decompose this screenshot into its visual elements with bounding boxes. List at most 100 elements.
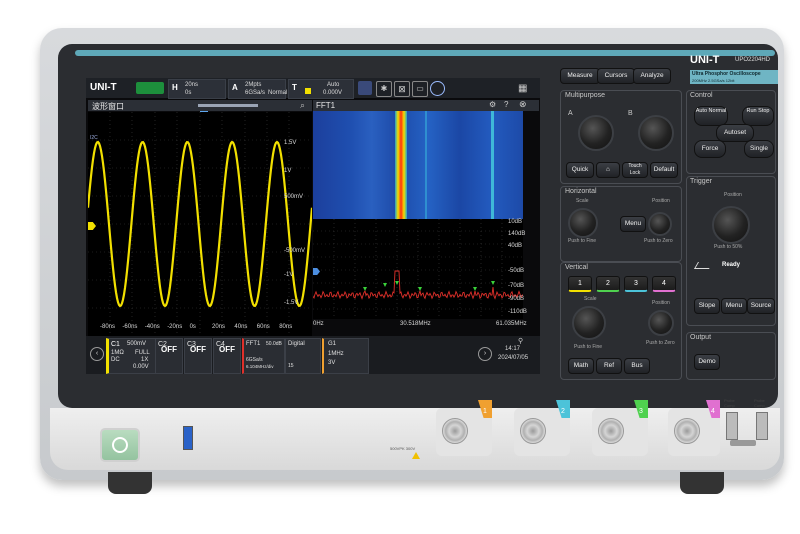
circle-menu-icon[interactable] xyxy=(430,81,445,96)
close-window-icon[interactable]: ⊗ xyxy=(519,99,527,110)
spectrogram-side-band xyxy=(425,111,427,219)
vertical-position-knob[interactable] xyxy=(648,310,674,336)
layout-grid-icon[interactable]: ▦ xyxy=(518,82,534,96)
power-button[interactable] xyxy=(100,428,140,462)
ch2-info-box[interactable]: C2 OFF xyxy=(155,338,183,374)
waveform-y-label: 500mV xyxy=(284,194,304,200)
math-button[interactable]: Math xyxy=(568,358,594,374)
horizontal-box[interactable]: H 20ns 0s xyxy=(168,79,226,99)
multipurpose-a-knob[interactable] xyxy=(578,115,614,151)
waveform-window-title: 波形窗口 xyxy=(92,102,124,111)
ch4-info-box[interactable]: C4 OFF xyxy=(213,338,241,374)
digital-info-box[interactable]: Digital 15 xyxy=(285,338,321,374)
scroll-left-icon[interactable]: ‹ xyxy=(90,347,104,361)
trigger-label: Trigger xyxy=(690,178,712,185)
fft-window-header: FFT1 ⚙ ? ⊗ xyxy=(313,99,539,111)
home-icon[interactable]: ⌂ xyxy=(596,162,620,178)
fft-rate: 6GSa/s xyxy=(246,357,263,363)
series-name: Ultra Phosphor Oscilloscope xyxy=(692,71,761,77)
fft-db-label: -50dB xyxy=(508,268,525,274)
ch2-button[interactable]: 2 xyxy=(596,276,620,292)
trigger-level-knob[interactable] xyxy=(712,206,750,244)
probe-comp-terminal-2[interactable] xyxy=(756,412,768,440)
waveform-y-label: -500mV xyxy=(284,248,306,254)
autoset-button[interactable]: Autoset xyxy=(716,124,754,142)
measure-button[interactable]: Measure xyxy=(560,68,600,84)
quick-button[interactable]: Quick xyxy=(566,162,594,178)
ref-button[interactable]: Ref xyxy=(596,358,622,374)
fft-scale: 50.0dB xyxy=(266,341,282,347)
t-mode: Auto xyxy=(327,82,340,88)
help-icon[interactable]: ? xyxy=(504,100,508,109)
input-1-number: 1 xyxy=(483,408,487,415)
run-status-badge[interactable] xyxy=(136,82,164,94)
pattern-icon[interactable]: ⊠ xyxy=(394,81,410,97)
cursors-button[interactable]: Cursors xyxy=(597,68,635,84)
probe-comp-terminal-1[interactable] xyxy=(726,412,738,440)
series-strip: Ultra Phosphor Oscilloscope 200MHz 2.5GS… xyxy=(690,70,778,84)
trigger-ready-label: Ready xyxy=(722,262,741,268)
bus-button[interactable]: Bus xyxy=(624,358,650,374)
slope-button[interactable]: Slope xyxy=(694,298,720,314)
usb-port[interactable] xyxy=(183,426,193,450)
ch3-name: C3 xyxy=(187,341,196,348)
trigger-menu-button[interactable]: Menu xyxy=(721,298,747,314)
ch2-bnc-connector[interactable] xyxy=(520,418,546,444)
single-button[interactable]: Single xyxy=(744,140,774,158)
settings-gear-icon[interactable]: ⚙ xyxy=(489,100,496,109)
scroll-right-icon[interactable]: › xyxy=(478,347,492,361)
ch3-info-box[interactable]: C3 OFF xyxy=(184,338,212,374)
knob-a-label: A xyxy=(568,110,573,117)
spectrogram-harmonic-band xyxy=(491,111,494,219)
trigger-box[interactable]: T Auto 0.000V xyxy=(288,79,354,99)
vertical-scale-knob[interactable] xyxy=(572,306,606,340)
horizontal-scale-knob[interactable] xyxy=(568,208,598,238)
fft-db-label: 40dB xyxy=(508,243,523,249)
ch1-button[interactable]: 1 xyxy=(568,276,592,292)
zoom-search-icon[interactable]: ⌕ xyxy=(300,100,305,111)
fft-info-box[interactable]: FFT1 50.0dB 6GSa/s 6.104MHz/div xyxy=(242,338,285,374)
auto-normal-button[interactable]: Auto Normal xyxy=(694,106,728,126)
default-button[interactable]: Default xyxy=(650,162,678,178)
source-button[interactable]: Source xyxy=(747,298,775,314)
force-button[interactable]: Force xyxy=(694,140,726,158)
fft-name: FFT1 xyxy=(246,341,261,347)
record-icon[interactable] xyxy=(358,81,372,95)
horizontal-menu-button[interactable]: Menu xyxy=(620,216,646,232)
g1-amplitude: 3V xyxy=(328,360,336,366)
horizontal-position-knob[interactable] xyxy=(648,212,672,236)
ch1-info-box[interactable]: C1 500mV 1MΩ FULL DC 1X 0.00V xyxy=(106,338,156,374)
fft-spectrum-plot[interactable] xyxy=(313,219,523,319)
model-name: UPO2204HD xyxy=(735,57,771,63)
demo-button[interactable]: Demo xyxy=(694,354,720,370)
waveform-x-label: 20ns xyxy=(212,324,226,330)
ch3-button[interactable]: 3 xyxy=(624,276,648,292)
fft-db-label: -70dB xyxy=(508,283,525,289)
ch4-button[interactable]: 4 xyxy=(652,276,676,292)
power-icon xyxy=(112,437,128,453)
zoom-window-icon[interactable]: ▭ xyxy=(412,81,428,97)
fft-spectrogram[interactable] xyxy=(313,111,523,219)
waveform-plot[interactable] xyxy=(88,112,312,337)
ch4-bnc-connector[interactable] xyxy=(674,418,700,444)
touch-lock-button[interactable]: Touch Lock xyxy=(622,162,648,178)
input-2-number: 2 xyxy=(561,408,565,415)
waveform-x-label: -60ns xyxy=(122,324,138,330)
waveform-y-label: -1V xyxy=(284,272,294,278)
control-label: Control xyxy=(690,92,713,99)
generator-info-box[interactable]: G1 1MHz 3V xyxy=(322,338,369,374)
trigger-source-swatch xyxy=(305,88,311,94)
ch3-bnc-connector[interactable] xyxy=(598,418,624,444)
ch1-bnc-connector[interactable] xyxy=(442,418,468,444)
grid-toggle-icon[interactable]: ✱ xyxy=(376,81,392,97)
analyze-button[interactable]: Analyze xyxy=(633,68,671,84)
spectrogram-peak-band xyxy=(395,111,407,219)
multipurpose-b-knob[interactable] xyxy=(638,115,674,151)
waveform-y-label: 1V xyxy=(284,168,292,174)
ground-terminal[interactable] xyxy=(730,440,756,446)
run-stop-button[interactable]: Run Stop xyxy=(742,106,774,126)
v-position-label: Position xyxy=(652,300,670,306)
memory-position-bar[interactable] xyxy=(198,104,258,107)
input-4-number: 4 xyxy=(711,408,715,415)
h-label: H xyxy=(172,83,178,92)
